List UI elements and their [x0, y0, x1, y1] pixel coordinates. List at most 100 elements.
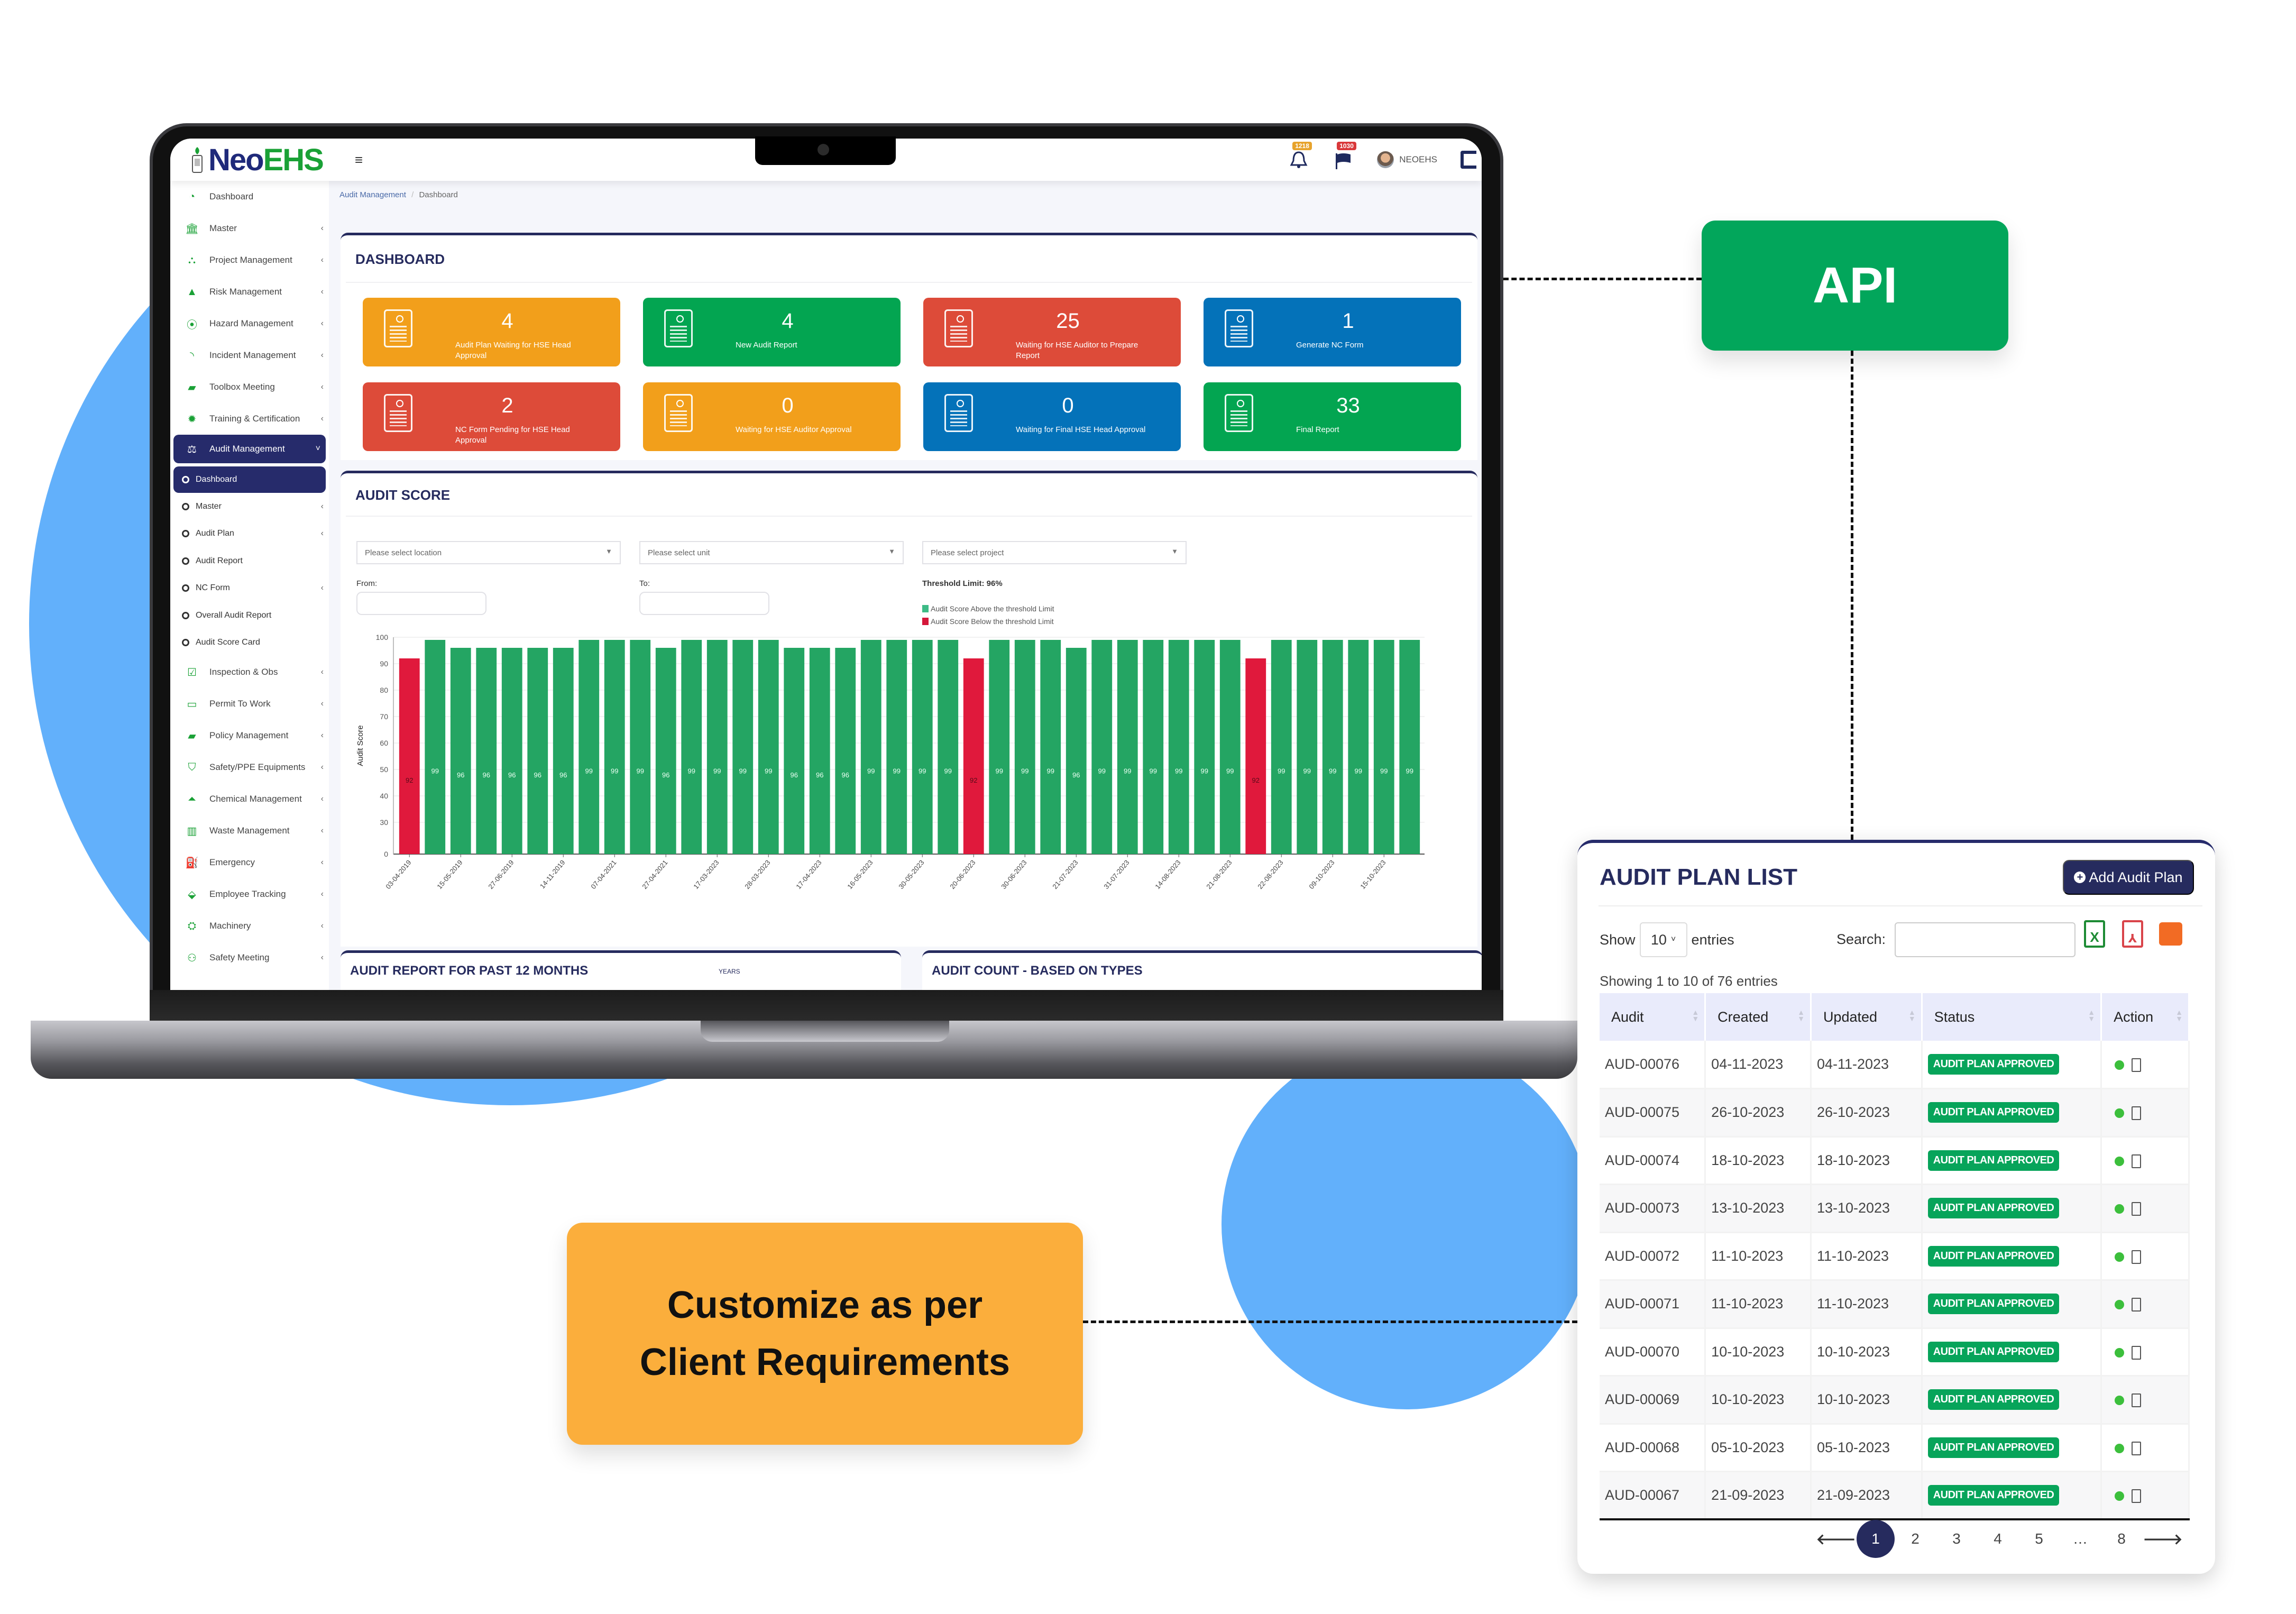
search-input[interactable]	[1895, 922, 2075, 957]
project-select[interactable]: Please select project ▼	[922, 541, 1187, 564]
view-eye-icon[interactable]	[2115, 1156, 2125, 1166]
bar[interactable]	[963, 658, 984, 854]
stat-tile[interactable]: 4 Audit Plan Waiting for HSE Head Approv…	[363, 298, 620, 366]
location-select[interactable]: Please select location ▼	[356, 541, 621, 564]
bar[interactable]	[450, 648, 471, 854]
sidebar-item-toolbox-meeting[interactable]: ▰ Toolbox Meeting ‹	[170, 371, 329, 403]
bar[interactable]	[912, 640, 933, 854]
menu-icon[interactable]: ≡	[355, 152, 363, 168]
sidebar-item-permit-to-work[interactable]: ▭ Permit To Work ‹	[170, 688, 329, 720]
view-eye-icon[interactable]	[2115, 1108, 2125, 1118]
pagination-next-arrow-icon[interactable]: 🡒	[2142, 1520, 2183, 1558]
pdf-file-icon[interactable]	[2132, 1489, 2142, 1503]
breadcrumb-parent[interactable]: Audit Management	[339, 190, 406, 199]
pagination-page[interactable]: 1	[1857, 1520, 1895, 1558]
pdf-file-icon[interactable]	[2132, 1441, 2142, 1455]
bar[interactable]	[1322, 640, 1343, 854]
bar[interactable]	[1117, 640, 1138, 854]
bar[interactable]	[758, 640, 779, 854]
bar[interactable]	[886, 640, 907, 854]
view-eye-icon[interactable]	[2115, 1347, 2125, 1358]
bar[interactable]	[578, 640, 600, 854]
bar[interactable]	[732, 640, 754, 854]
sidebar-item-employee-tracking[interactable]: ⬙ Employee Tracking ‹	[170, 878, 329, 910]
sidebar-item-training-certification[interactable]: ✹ Training & Certification ‹	[170, 403, 329, 435]
sidebar-item-policy-management[interactable]: ▰ Policy Management ‹	[170, 720, 329, 751]
add-audit-plan-button[interactable]: + Add Audit Plan	[2063, 860, 2194, 895]
pagination-page[interactable]: 2	[1895, 1520, 1936, 1558]
sidebar-subitem-master[interactable]: Master ‹	[170, 493, 329, 520]
view-eye-icon[interactable]	[2115, 1491, 2125, 1501]
pdf-file-icon[interactable]	[2132, 1106, 2142, 1121]
bar[interactable]	[784, 648, 805, 854]
notifications-button[interactable]: 1218	[1288, 142, 1312, 170]
bar[interactable]	[706, 640, 728, 854]
column-header-status[interactable]: Status ▲ ▼	[1922, 993, 2102, 1041]
bar[interactable]	[681, 640, 702, 854]
stat-tile[interactable]: 1 Generate NC Form	[1204, 298, 1461, 366]
sidebar-subitem-overall-audit-report[interactable]: Overall Audit Report	[170, 602, 329, 629]
bar[interactable]	[1245, 658, 1266, 854]
bar[interactable]	[1399, 640, 1420, 854]
column-header-updated[interactable]: Updated ▲ ▼	[1811, 993, 1923, 1041]
view-eye-icon[interactable]	[2115, 1396, 2125, 1406]
view-eye-icon[interactable]	[2115, 1252, 2125, 1262]
bar[interactable]	[860, 640, 881, 854]
bar[interactable]	[425, 640, 446, 854]
to-date-input[interactable]	[639, 592, 769, 615]
stat-tile[interactable]: 4 New Audit Report	[643, 298, 901, 366]
bar[interactable]	[655, 648, 676, 854]
bar[interactable]	[1271, 640, 1292, 854]
sidebar-item-waste-management[interactable]: ▥ Waste Management ‹	[170, 815, 329, 847]
bar[interactable]	[1143, 640, 1164, 854]
bar[interactable]	[1297, 640, 1318, 854]
sidebar-item-safety-ppe-equipments[interactable]: ⛉ Safety/PPE Equipments ‹	[170, 751, 329, 783]
stat-tile[interactable]: 25 Waiting for HSE Auditor to Prepare Re…	[923, 298, 1181, 366]
flags-button[interactable]: 1030	[1333, 142, 1356, 170]
sidebar-subitem-audit-report[interactable]: Audit Report	[170, 547, 329, 575]
sidebar-subitem-audit-score-card[interactable]: Audit Score Card	[170, 629, 329, 657]
view-eye-icon[interactable]	[2115, 1300, 2125, 1310]
bar[interactable]	[1348, 640, 1369, 854]
bar[interactable]	[604, 640, 625, 854]
sidebar-subitem-dashboard[interactable]: Dashboard	[173, 466, 326, 493]
bar[interactable]	[553, 648, 574, 854]
view-eye-icon[interactable]	[2115, 1443, 2125, 1453]
pagination-page[interactable]: 8	[2101, 1520, 2142, 1558]
pdf-file-icon[interactable]	[2132, 1393, 2142, 1408]
bar[interactable]	[1091, 640, 1113, 854]
sidebar-item-machinery[interactable]: ⛭ Machinery ‹	[170, 910, 329, 942]
stat-tile[interactable]: 0 Waiting for HSE Auditor Approval	[643, 382, 901, 451]
bar[interactable]	[1219, 640, 1241, 854]
sidebar-item-project-management[interactable]: ⛬ Project Management ‹	[170, 244, 329, 276]
sidebar-item-master[interactable]: 🏛 Master ‹	[170, 213, 329, 244]
column-header-created[interactable]: Created ▲ ▼	[1705, 993, 1812, 1041]
user-avatar[interactable]	[1377, 151, 1394, 168]
sidebar-item-risk-management[interactable]: ▲ Risk Management ‹	[170, 276, 329, 308]
sidebar-item-incident-management[interactable]: ◝ Incident Management ‹	[170, 340, 329, 371]
pagination-page[interactable]: 4	[1977, 1520, 2018, 1558]
bar[interactable]	[989, 640, 1010, 854]
bar[interactable]	[1066, 648, 1087, 854]
pdf-file-icon[interactable]	[2132, 1202, 2142, 1216]
bar[interactable]	[630, 640, 651, 854]
bar[interactable]	[1373, 640, 1394, 854]
sidebar-item-emergency[interactable]: ⛽ Emergency ‹	[170, 847, 329, 878]
sidebar-item-dashboard[interactable]: ◔ Dashboard	[170, 181, 329, 213]
bar[interactable]	[1014, 640, 1035, 854]
bar[interactable]	[399, 658, 420, 854]
bar[interactable]	[527, 648, 548, 854]
sidebar-item-hazard-management[interactable]: ⦿ Hazard Management ‹	[170, 308, 329, 340]
sidebar-item-audit-management[interactable]: ⚖ Audit Management ˅	[173, 435, 326, 463]
bar[interactable]	[1194, 640, 1215, 854]
unit-select[interactable]: Please select unit ▼	[639, 541, 904, 564]
export-pdf-icon[interactable]: ⅄	[2122, 920, 2143, 948]
sidebar-item-inspection-obs[interactable]: ☑ Inspection & Obs ‹	[170, 656, 329, 688]
view-eye-icon[interactable]	[2115, 1060, 2125, 1070]
view-eye-icon[interactable]	[2115, 1204, 2125, 1214]
stat-tile[interactable]: 33 Final Report	[1204, 382, 1461, 451]
from-date-input[interactable]	[356, 592, 486, 615]
pdf-file-icon[interactable]	[2132, 1298, 2142, 1312]
pdf-file-icon[interactable]	[2132, 1058, 2142, 1072]
export-excel-icon[interactable]: X	[2084, 920, 2105, 948]
